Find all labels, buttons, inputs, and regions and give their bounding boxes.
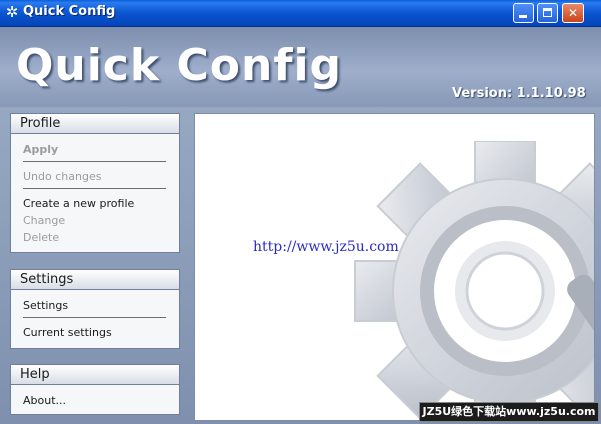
apply-link[interactable]: Apply [23,143,58,156]
maximize-icon [543,8,552,17]
settings-link[interactable]: Settings [23,299,68,312]
title-bar[interactable]: ✲ Quick Config ✕ [0,0,601,27]
maximize-button[interactable] [537,3,558,23]
window-title: Quick Config [23,4,116,19]
website-url[interactable]: http://www.jz5u.com [253,239,399,255]
undo-changes-link[interactable]: Undo changes [23,170,101,183]
divider [23,161,166,162]
app-window: ✲ Quick Config ✕ Quick Config Version: 1… [0,0,601,424]
settings-panel-title: Settings [11,270,179,290]
app-title: Quick Config [16,40,343,91]
current-settings-link[interactable]: Current settings [23,326,112,339]
minimize-button[interactable] [513,3,534,23]
close-button[interactable]: ✕ [562,3,584,23]
change-link[interactable]: Change [23,214,65,227]
divider [23,317,166,318]
header-banner: Quick Config Version: 1.1.10.98 [0,27,601,107]
settings-panel: Settings Settings Current settings [10,269,180,349]
divider [23,188,166,189]
delete-link[interactable]: Delete [23,231,59,244]
minimize-icon [519,15,527,18]
help-panel-title: Help [11,365,179,385]
content-area: http://www.jz5u.com [194,113,595,421]
watermark-banner: JZ5U绿色下载站www.jz5u.com [419,402,599,422]
close-icon: ✕ [567,6,579,20]
profile-panel-title: Profile [11,114,179,134]
about-link[interactable]: About... [23,394,66,407]
help-panel: Help About... [10,364,180,415]
large-gear-icon [354,141,594,420]
version-label: Version: 1.1.10.98 [452,86,586,101]
gear-icon: ✲ [5,3,19,21]
create-profile-link[interactable]: Create a new profile [23,197,134,210]
profile-panel: Profile Apply Undo changes Create a new … [10,113,180,253]
